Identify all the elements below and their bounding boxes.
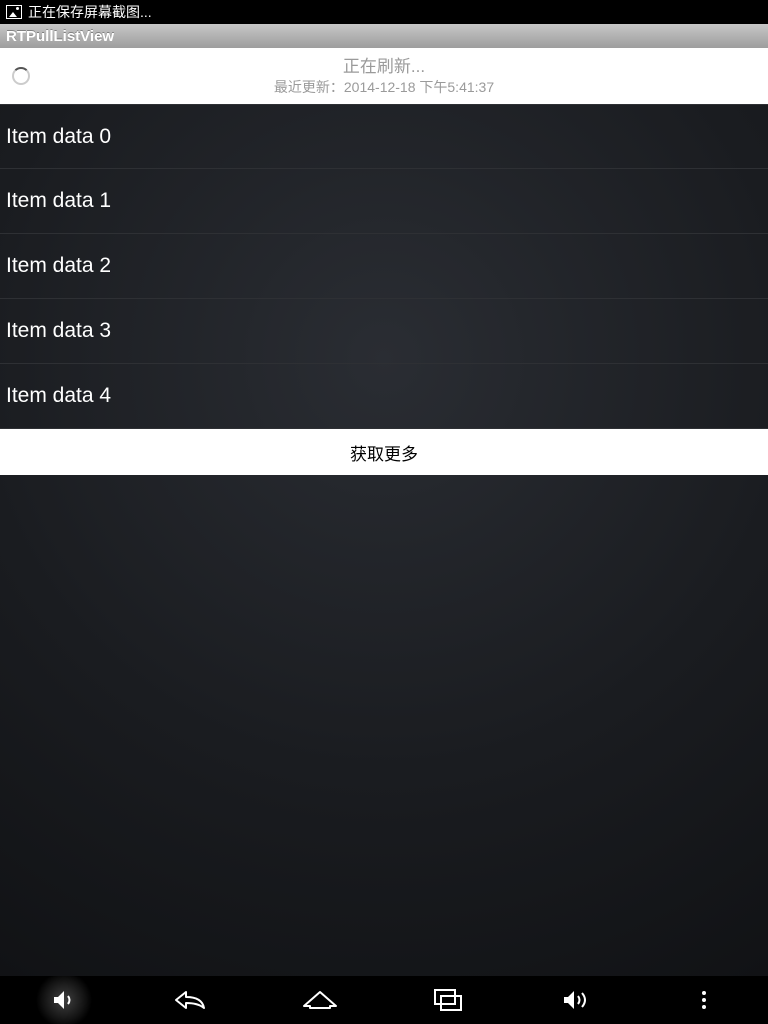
list-view[interactable]: Item data 0 Item data 1 Item data 2 Item… bbox=[0, 104, 768, 429]
back-button[interactable] bbox=[160, 976, 224, 1024]
status-bar-text: 正在保存屏幕截图... bbox=[28, 2, 152, 22]
load-more-button[interactable]: 获取更多 bbox=[0, 429, 768, 475]
home-button[interactable] bbox=[288, 976, 352, 1024]
loading-spinner-icon bbox=[12, 67, 30, 85]
recent-apps-button[interactable] bbox=[416, 976, 480, 1024]
refresh-status-text: 正在刷新... bbox=[0, 56, 768, 78]
back-icon bbox=[172, 986, 212, 1014]
volume-icon bbox=[50, 986, 78, 1014]
list-item-label: Item data 2 bbox=[6, 254, 111, 278]
refresh-last-update: 最近更新：2014-12-18 下午5:41:37 bbox=[0, 78, 768, 96]
home-icon bbox=[300, 988, 340, 1012]
status-bar: 正在保存屏幕截图... bbox=[0, 0, 768, 24]
volume-button[interactable] bbox=[32, 976, 96, 1024]
screenshot-icon bbox=[6, 5, 22, 19]
list-item-label: Item data 0 bbox=[6, 125, 111, 149]
menu-button[interactable] bbox=[672, 976, 736, 1024]
list-item-label: Item data 3 bbox=[6, 319, 111, 343]
volume-loud-icon bbox=[561, 986, 591, 1014]
volume-button-2[interactable] bbox=[544, 976, 608, 1024]
list-item[interactable]: Item data 4 bbox=[0, 364, 768, 429]
list-item[interactable]: Item data 3 bbox=[0, 299, 768, 364]
pull-refresh-header[interactable]: 正在刷新... 最近更新：2014-12-18 下午5:41:37 bbox=[0, 48, 768, 104]
navigation-bar bbox=[0, 976, 768, 1024]
list-item[interactable]: Item data 1 bbox=[0, 169, 768, 234]
empty-space bbox=[0, 475, 768, 976]
list-item[interactable]: Item data 0 bbox=[0, 104, 768, 169]
app-title: RTPullListView bbox=[6, 28, 114, 45]
list-item[interactable]: Item data 2 bbox=[0, 234, 768, 299]
load-more-label: 获取更多 bbox=[350, 440, 418, 465]
app-title-bar: RTPullListView bbox=[0, 24, 768, 48]
recent-apps-icon bbox=[432, 987, 464, 1013]
menu-dots-icon bbox=[702, 991, 706, 1009]
list-item-label: Item data 1 bbox=[6, 189, 111, 213]
list-item-label: Item data 4 bbox=[6, 384, 111, 408]
